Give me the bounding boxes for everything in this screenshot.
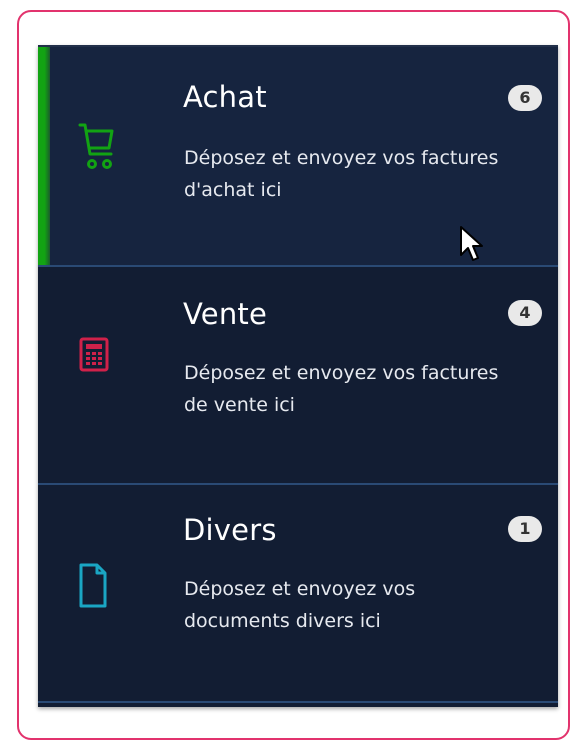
category-title: Divers [183, 513, 277, 547]
category-item-vente[interactable]: Vente Déposez et envoyez vos factures de… [38, 267, 558, 485]
category-title: Achat [183, 80, 267, 114]
active-indicator [38, 47, 50, 265]
category-description: Déposez et envoyez vos factures de vente… [184, 362, 499, 416]
count-badge: 1 [508, 516, 542, 542]
count-badge: 6 [508, 85, 542, 111]
mouse-pointer-icon [459, 225, 485, 269]
category-description: Déposez et envoyez vos documents divers … [184, 578, 416, 632]
category-item-divers[interactable]: Divers Déposez et envoyez vos documents … [38, 485, 558, 703]
category-title: Vente [183, 297, 268, 331]
document-icon [78, 562, 110, 616]
category-list: Achat Déposez et envoyez vos factures d'… [38, 45, 558, 707]
category-description: Déposez et envoyez vos factures d'achat … [184, 147, 499, 201]
calculator-icon [78, 336, 110, 400]
count-badge: 4 [508, 300, 542, 326]
shopping-cart-icon [78, 121, 114, 181]
